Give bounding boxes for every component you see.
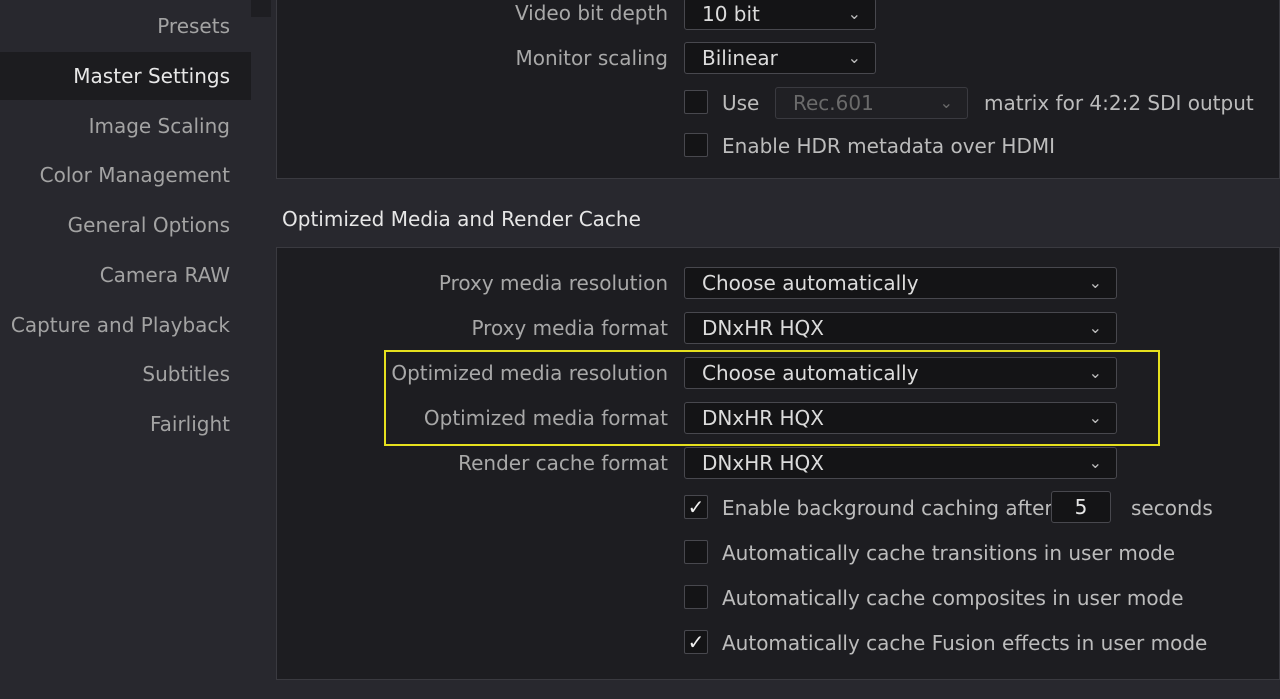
- cache-fusion-checkbox[interactable]: ✓: [684, 630, 708, 654]
- sidebar-item-image-scaling[interactable]: Image Scaling: [0, 102, 251, 150]
- seconds-unit-label: seconds: [1131, 496, 1213, 520]
- sidebar-item-general-options[interactable]: General Options: [0, 201, 251, 249]
- cache-composites-label: Automatically cache composites in user m…: [722, 586, 1184, 610]
- checkmark-icon: ✓: [687, 630, 705, 654]
- monitor-scaling-value: Bilinear: [702, 46, 778, 70]
- cache-composites-checkbox[interactable]: [684, 585, 708, 609]
- cache-transitions-checkbox[interactable]: [684, 540, 708, 564]
- sidebar-gutter: [251, 0, 276, 699]
- background-caching-checkbox[interactable]: ✓: [684, 495, 708, 519]
- chevron-down-icon: ⌄: [1088, 318, 1102, 337]
- hdr-metadata-checkbox[interactable]: [684, 133, 708, 157]
- background-caching-seconds-input[interactable]: [1051, 491, 1111, 523]
- chevron-down-icon: ⌄: [1088, 273, 1102, 292]
- proxy-media-resolution-dropdown[interactable]: Choose automatically ⌄: [684, 267, 1117, 299]
- highlight-box: [384, 350, 1160, 446]
- cache-transitions-label: Automatically cache transitions in user …: [722, 541, 1176, 565]
- checkmark-icon: ✓: [687, 495, 705, 519]
- cache-fusion-label: Automatically cache Fusion effects in us…: [722, 631, 1208, 655]
- hdr-metadata-label: Enable HDR metadata over HDMI: [722, 134, 1056, 158]
- sidebar-item-capture-and-playback[interactable]: Capture and Playback: [0, 301, 251, 349]
- video-bit-depth-value: 10 bit: [702, 2, 760, 26]
- render-cache-format-value: DNxHR HQX: [702, 451, 824, 475]
- render-cache-format-label: Render cache format: [458, 451, 668, 475]
- video-bit-depth-dropdown[interactable]: 10 bit ⌄: [684, 0, 876, 30]
- proxy-media-resolution-value: Choose automatically: [702, 271, 919, 295]
- section-title-optimized-media: Optimized Media and Render Cache: [282, 207, 641, 231]
- sidebar-item-color-management[interactable]: Color Management: [0, 151, 251, 199]
- background-caching-label: Enable background caching after: [722, 496, 1053, 520]
- sidebar-item-presets[interactable]: Presets: [0, 2, 251, 50]
- render-cache-format-dropdown[interactable]: DNxHR HQX ⌄: [684, 447, 1117, 479]
- sidebar-item-camera-raw[interactable]: Camera RAW: [0, 251, 251, 299]
- chevron-down-icon: ⌄: [1088, 453, 1102, 472]
- scrollbar-thumb[interactable]: [251, 0, 271, 17]
- sdi-matrix-suffix-label: matrix for 4:2:2 SDI output: [984, 91, 1254, 115]
- video-bit-depth-label: Video bit depth: [514, 1, 668, 25]
- use-matrix-checkbox[interactable]: [684, 90, 708, 114]
- monitor-scaling-label: Monitor scaling: [515, 46, 668, 70]
- proxy-media-format-value: DNxHR HQX: [702, 316, 824, 340]
- proxy-media-format-label: Proxy media format: [471, 316, 668, 340]
- chevron-down-icon: ⌄: [939, 93, 953, 112]
- sidebar-item-fairlight[interactable]: Fairlight: [0, 400, 251, 448]
- settings-sidebar: Presets Master Settings Image Scaling Co…: [0, 0, 251, 699]
- sidebar-item-master-settings[interactable]: Master Settings: [0, 52, 251, 100]
- sdi-matrix-dropdown[interactable]: Rec.601 ⌄: [775, 87, 968, 119]
- settings-content: Video bit depth 10 bit ⌄ Monitor scaling…: [276, 0, 1280, 699]
- chevron-down-icon: ⌄: [847, 4, 861, 23]
- monitor-scaling-dropdown[interactable]: Bilinear ⌄: [684, 42, 876, 74]
- proxy-media-format-dropdown[interactable]: DNxHR HQX ⌄: [684, 312, 1117, 344]
- sdi-matrix-value: Rec.601: [793, 91, 874, 115]
- proxy-media-resolution-label: Proxy media resolution: [438, 271, 668, 295]
- chevron-down-icon: ⌄: [847, 48, 861, 67]
- use-matrix-label: Use: [722, 91, 760, 115]
- sidebar-item-subtitles[interactable]: Subtitles: [0, 350, 251, 398]
